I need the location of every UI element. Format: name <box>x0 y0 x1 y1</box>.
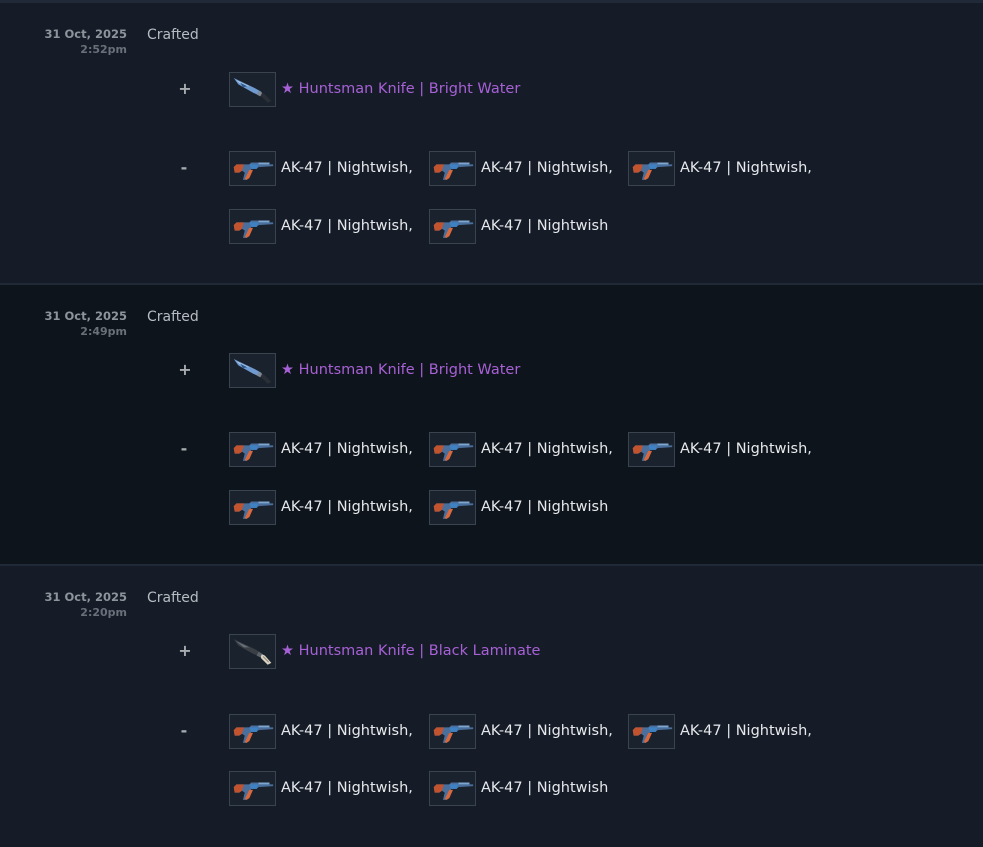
entry-time: 2:49pm <box>80 325 127 338</box>
lost-item-name[interactable]: AK-47 | Nightwish, <box>481 160 613 176</box>
lost-item[interactable]: AK-47 | Nightwish, <box>229 769 413 807</box>
ak47-nightwish-icon <box>229 431 276 467</box>
lost-item-name[interactable]: AK-47 | Nightwish, <box>680 441 812 457</box>
lost-item-name[interactable]: AK-47 | Nightwish <box>481 780 608 796</box>
ak47-nightwish-icon <box>628 150 675 186</box>
lost-item[interactable]: AK-47 | Nightwish, <box>628 712 812 750</box>
history-entry: 31 Oct, 2025 2:20pm Crafted + ★ Huntsman… <box>0 566 983 847</box>
entry-action: Crafted <box>147 590 199 606</box>
lost-item-name[interactable]: AK-47 | Nightwish, <box>281 780 413 796</box>
lost-item[interactable]: AK-47 | Nightwish, <box>229 488 413 526</box>
received-item-name[interactable]: ★ Huntsman Knife | Bright Water <box>281 362 520 378</box>
lost-item[interactable]: AK-47 | Nightwish, <box>229 149 413 187</box>
lost-item[interactable]: AK-47 | Nightwish, <box>229 207 413 245</box>
items-received-plus: + <box>178 641 192 660</box>
lost-item[interactable]: AK-47 | Nightwish <box>429 769 608 807</box>
received-item[interactable]: ★ Huntsman Knife | Black Laminate <box>229 632 540 670</box>
ak47-nightwish-icon <box>229 713 276 749</box>
lost-item-name[interactable]: AK-47 | Nightwish <box>481 499 608 515</box>
huntsman-knife-black-laminate-icon <box>229 633 276 669</box>
received-item-name[interactable]: ★ Huntsman Knife | Black Laminate <box>281 643 540 659</box>
entry-date: 31 Oct, 2025 <box>44 27 127 41</box>
lost-item-name[interactable]: AK-47 | Nightwish, <box>281 723 413 739</box>
ak47-nightwish-icon <box>628 713 675 749</box>
ak47-nightwish-icon <box>429 713 476 749</box>
received-item-name[interactable]: ★ Huntsman Knife | Bright Water <box>281 81 520 97</box>
lost-item[interactable]: AK-47 | Nightwish, <box>429 149 613 187</box>
lost-item[interactable]: AK-47 | Nightwish, <box>429 712 613 750</box>
entry-date: 31 Oct, 2025 <box>44 590 127 604</box>
huntsman-knife-bright-water-icon <box>229 352 276 388</box>
ak47-nightwish-icon <box>229 770 276 806</box>
ak47-nightwish-icon <box>229 150 276 186</box>
items-received-plus: + <box>178 79 192 98</box>
lost-item-name[interactable]: AK-47 | Nightwish, <box>281 441 413 457</box>
ak47-nightwish-icon <box>229 489 276 525</box>
lost-item-name[interactable]: AK-47 | Nightwish <box>481 218 608 234</box>
lost-item-name[interactable]: AK-47 | Nightwish, <box>680 160 812 176</box>
entry-date: 31 Oct, 2025 <box>44 309 127 323</box>
items-lost-minus: - <box>180 158 188 177</box>
history-entry: 31 Oct, 2025 2:49pm Crafted + ★ Huntsman… <box>0 285 983 564</box>
lost-item[interactable]: AK-47 | Nightwish, <box>429 430 613 468</box>
lost-item[interactable]: AK-47 | Nightwish, <box>628 430 812 468</box>
ak47-nightwish-icon <box>229 208 276 244</box>
history-entry: 31 Oct, 2025 2:52pm Crafted + ★ Huntsman… <box>0 3 983 283</box>
items-lost-minus: - <box>180 439 188 458</box>
lost-item[interactable]: AK-47 | Nightwish, <box>229 712 413 750</box>
ak47-nightwish-icon <box>628 431 675 467</box>
entry-action: Crafted <box>147 27 199 43</box>
lost-item-name[interactable]: AK-47 | Nightwish, <box>481 441 613 457</box>
ak47-nightwish-icon <box>429 431 476 467</box>
ak47-nightwish-icon <box>429 770 476 806</box>
entry-time: 2:52pm <box>80 43 127 56</box>
huntsman-knife-bright-water-icon <box>229 71 276 107</box>
lost-item[interactable]: AK-47 | Nightwish <box>429 207 608 245</box>
received-item[interactable]: ★ Huntsman Knife | Bright Water <box>229 351 520 389</box>
entry-action: Crafted <box>147 309 199 325</box>
lost-item-name[interactable]: AK-47 | Nightwish, <box>281 218 413 234</box>
lost-item-name[interactable]: AK-47 | Nightwish, <box>481 723 613 739</box>
ak47-nightwish-icon <box>429 489 476 525</box>
received-item[interactable]: ★ Huntsman Knife | Bright Water <box>229 70 520 108</box>
lost-item-name[interactable]: AK-47 | Nightwish, <box>680 723 812 739</box>
items-received-plus: + <box>178 360 192 379</box>
ak47-nightwish-icon <box>429 150 476 186</box>
lost-item[interactable]: AK-47 | Nightwish, <box>628 149 812 187</box>
lost-item-name[interactable]: AK-47 | Nightwish, <box>281 499 413 515</box>
lost-item-name[interactable]: AK-47 | Nightwish, <box>281 160 413 176</box>
entry-time: 2:20pm <box>80 606 127 619</box>
ak47-nightwish-icon <box>429 208 476 244</box>
lost-item[interactable]: AK-47 | Nightwish, <box>229 430 413 468</box>
items-lost-minus: - <box>180 721 188 740</box>
lost-item[interactable]: AK-47 | Nightwish <box>429 488 608 526</box>
